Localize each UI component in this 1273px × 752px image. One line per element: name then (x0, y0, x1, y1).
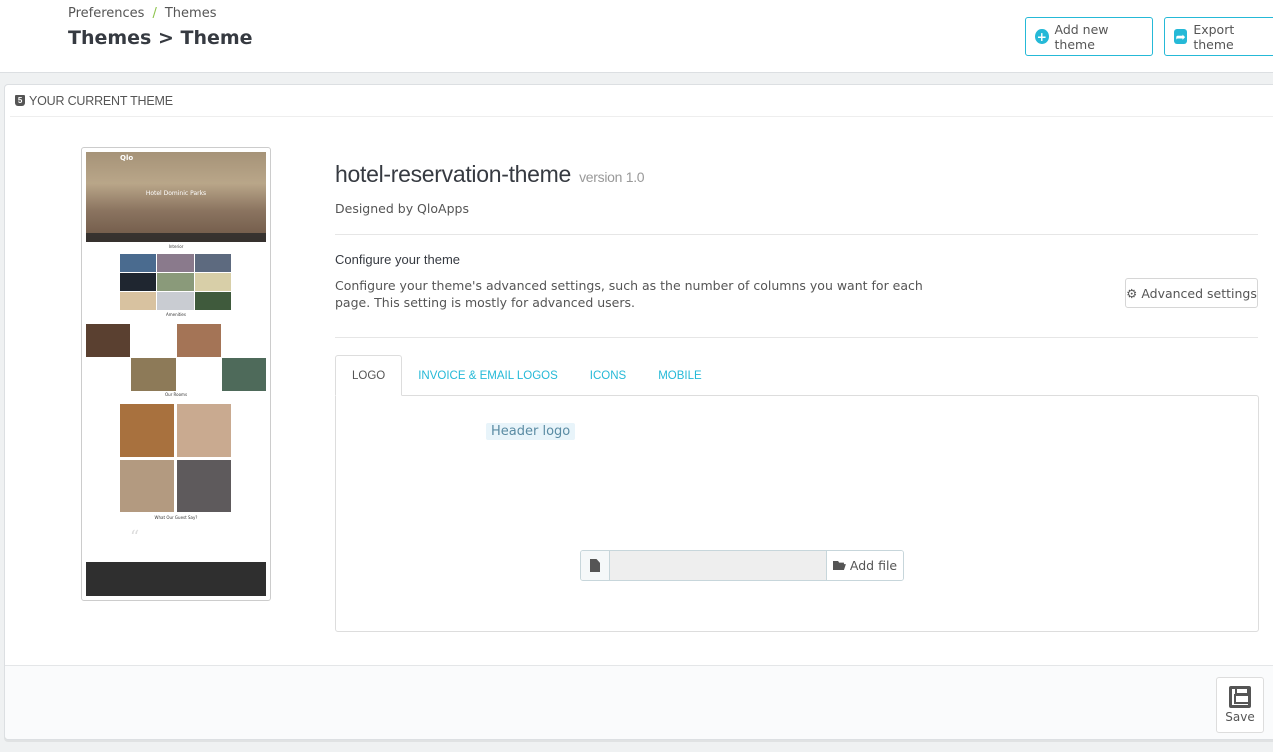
configure-description: Configure your theme's advanced settings… (335, 278, 923, 310)
add-file-label: Add file (849, 558, 898, 573)
preview-search-bar (86, 233, 266, 242)
file-addon (581, 551, 610, 580)
preview-hero-title: Hotel Dominic Parks (145, 190, 207, 197)
current-theme-panel: 5 YOUR CURRENT THEME Qlo Hotel Dominic P… (4, 84, 1273, 740)
page-header: Preferences / Themes Themes > Theme + Add … (0, 0, 1273, 73)
breadcrumb-themes[interactable]: Themes (165, 6, 217, 21)
preview-rooms-grid (120, 404, 231, 512)
tab-invoice-email-logos[interactable]: INVOICE & EMAIL LOGOS (402, 355, 574, 396)
theme-version: version 1.0 (579, 169, 645, 185)
tab-mobile[interactable]: MOBILE (642, 355, 717, 396)
advanced-settings-label: Advanced settings (1141, 285, 1257, 301)
html5-icon: 5 (15, 95, 25, 106)
file-icon (590, 559, 600, 572)
save-label: Save (1225, 710, 1255, 724)
save-icon (1229, 686, 1251, 708)
theme-name: hotel-reservation-theme version 1.0 (335, 161, 645, 188)
logo-tab-content: Header logo Add file (335, 395, 1259, 632)
preview-logo: Qlo (120, 154, 134, 162)
breadcrumb-separator: / (152, 6, 157, 21)
breadcrumb: Preferences / Themes (68, 6, 216, 21)
page-title: Themes > Theme (68, 27, 253, 49)
preview-section-guests: What Our Guest Say? (154, 515, 198, 520)
tab-logo[interactable]: LOGO (335, 355, 403, 396)
theme-designer: Designed by QloApps (335, 201, 469, 216)
gear-icon: ⚙ (1126, 285, 1138, 301)
preview-interior-grid (120, 254, 231, 310)
configure-title: Configure your theme (335, 252, 461, 267)
header-logo-label: Header logo (486, 423, 576, 440)
add-file-button[interactable]: Add file (826, 551, 903, 580)
advanced-settings-button[interactable]: ⚙ Advanced settings (1125, 278, 1258, 308)
save-button[interactable]: Save (1216, 677, 1264, 733)
panel-heading-text: YOUR CURRENT THEME (29, 93, 173, 108)
divider (335, 234, 1258, 235)
preview-section-rooms: Our Rooms (164, 392, 188, 397)
panel-heading: 5 YOUR CURRENT THEME (10, 85, 1273, 117)
add-new-theme-label: Add new theme (1054, 21, 1109, 52)
quote-icon: “ (130, 527, 140, 548)
breadcrumb-preferences[interactable]: Preferences (68, 6, 144, 21)
preview-section-interior: Interior (168, 244, 184, 249)
export-theme-label: Export theme (1193, 21, 1235, 52)
theme-name-text: hotel-reservation-theme (335, 161, 571, 187)
divider (335, 337, 1258, 338)
share-icon: ➦ (1174, 29, 1188, 44)
theme-tabs: LOGO INVOICE & EMAIL LOGOS ICONS MOBILE (335, 355, 718, 396)
header-logo-file-input: Add file (580, 550, 904, 581)
file-name-field[interactable] (610, 551, 826, 580)
preview-amenities-grid (86, 324, 266, 391)
preview-section-amenities: Amenities (166, 312, 186, 317)
export-theme-button[interactable]: ➦ Export theme (1164, 17, 1273, 56)
panel-footer: Save (5, 665, 1273, 739)
add-new-theme-button[interactable]: + Add new theme (1025, 17, 1153, 56)
tab-icons[interactable]: ICONS (574, 355, 642, 396)
preview-hero-image: Qlo Hotel Dominic Parks (86, 152, 266, 242)
plus-circle-icon: + (1035, 29, 1049, 44)
theme-preview-thumbnail: Qlo Hotel Dominic Parks Interior Ameniti… (81, 147, 271, 601)
preview-footer (86, 562, 266, 596)
folder-open-icon (832, 561, 846, 570)
